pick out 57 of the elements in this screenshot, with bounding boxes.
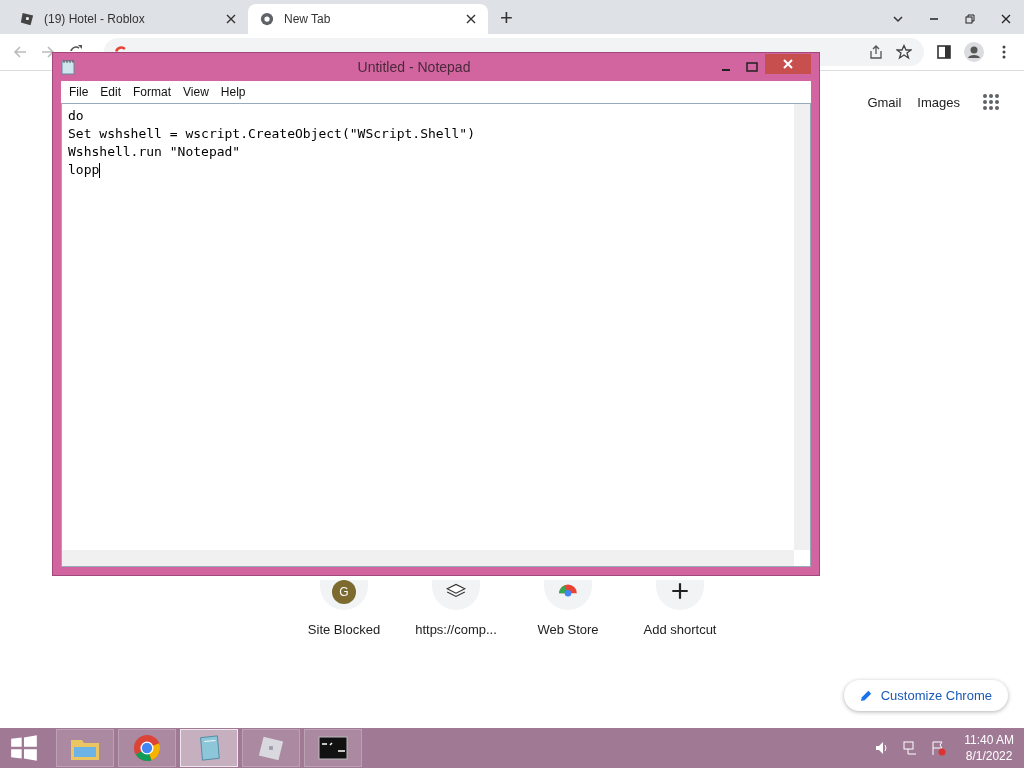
star-icon[interactable]	[896, 44, 912, 60]
header-link[interactable]: Images	[917, 94, 960, 110]
shortcut-tile[interactable]	[656, 580, 704, 610]
menu-item[interactable]: Edit	[94, 85, 128, 99]
shortcut-tile[interactable]	[432, 580, 480, 610]
roblox-icon	[256, 734, 286, 762]
profile-icon[interactable]	[964, 42, 984, 62]
close-icon[interactable]	[1000, 13, 1012, 25]
site-initial: G	[332, 580, 356, 604]
forward-icon[interactable]	[40, 44, 56, 60]
horizontal-scrollbar[interactable]	[62, 550, 794, 566]
clock-time[interactable]: 11:40 AM	[964, 732, 1014, 748]
code-line: do	[68, 107, 85, 125]
tab-title: (19) Hotel - Roblox	[44, 12, 146, 26]
chrome-icon	[260, 12, 274, 26]
side-panel-icon[interactable]	[936, 44, 952, 60]
flag-icon[interactable]	[930, 740, 947, 756]
shortcut-tile[interactable]: G	[320, 580, 368, 610]
code-line: lopp	[68, 161, 102, 179]
shortcut-label: Web Store	[537, 622, 599, 637]
menu-item[interactable]: Format	[127, 85, 178, 99]
reload-icon[interactable]	[68, 44, 84, 51]
apps-grid-icon[interactable]	[982, 93, 1000, 111]
taskbar-app[interactable]	[304, 729, 362, 767]
menu-item[interactable]: File	[63, 85, 95, 99]
window-title: Untitled - Notepad	[356, 59, 472, 75]
notepad-icon	[61, 59, 75, 75]
terminal-icon	[318, 734, 348, 762]
restore-icon[interactable]	[964, 13, 976, 25]
chrome-icon	[132, 734, 162, 762]
code-line: Set wshshell = wscript.CreateObject("WScript.Shell")	[68, 125, 476, 143]
share-icon[interactable]	[868, 44, 884, 60]
windows-start-icon[interactable]	[10, 734, 38, 762]
close-button[interactable]	[765, 54, 811, 74]
new-tab-button[interactable]: +	[488, 4, 525, 34]
menu-item[interactable]: Help	[214, 85, 252, 99]
tab-title: New Tab	[284, 12, 332, 26]
shortcut-tile[interactable]	[544, 580, 592, 610]
plus-icon	[669, 580, 691, 602]
google-icon	[114, 46, 128, 52]
close-icon[interactable]	[466, 14, 476, 24]
header-link[interactable]: Gmail	[867, 94, 902, 110]
shortcut-label: Site Blocked	[307, 622, 381, 637]
browser-tab[interactable]: New Tab	[248, 4, 488, 34]
vertical-scrollbar[interactable]	[794, 104, 810, 550]
menu-item[interactable]: View	[177, 85, 215, 99]
chevron-down-icon[interactable]	[892, 13, 904, 25]
roblox-icon	[20, 12, 34, 26]
browser-tab[interactable]: (19) Hotel - Roblox	[8, 4, 248, 34]
pencil-icon	[859, 689, 873, 702]
close-icon[interactable]	[226, 14, 236, 24]
code-line: Wshshell.run "Notepad"	[68, 143, 242, 161]
network-icon[interactable]	[902, 740, 919, 756]
customize-chrome-button[interactable]: Customize Chrome	[843, 680, 1008, 711]
clock-date[interactable]: 8/1/2022	[965, 748, 1013, 764]
shortcut-label: https://comp...	[415, 622, 497, 637]
shortcut-label: Add shortcut	[643, 622, 717, 637]
